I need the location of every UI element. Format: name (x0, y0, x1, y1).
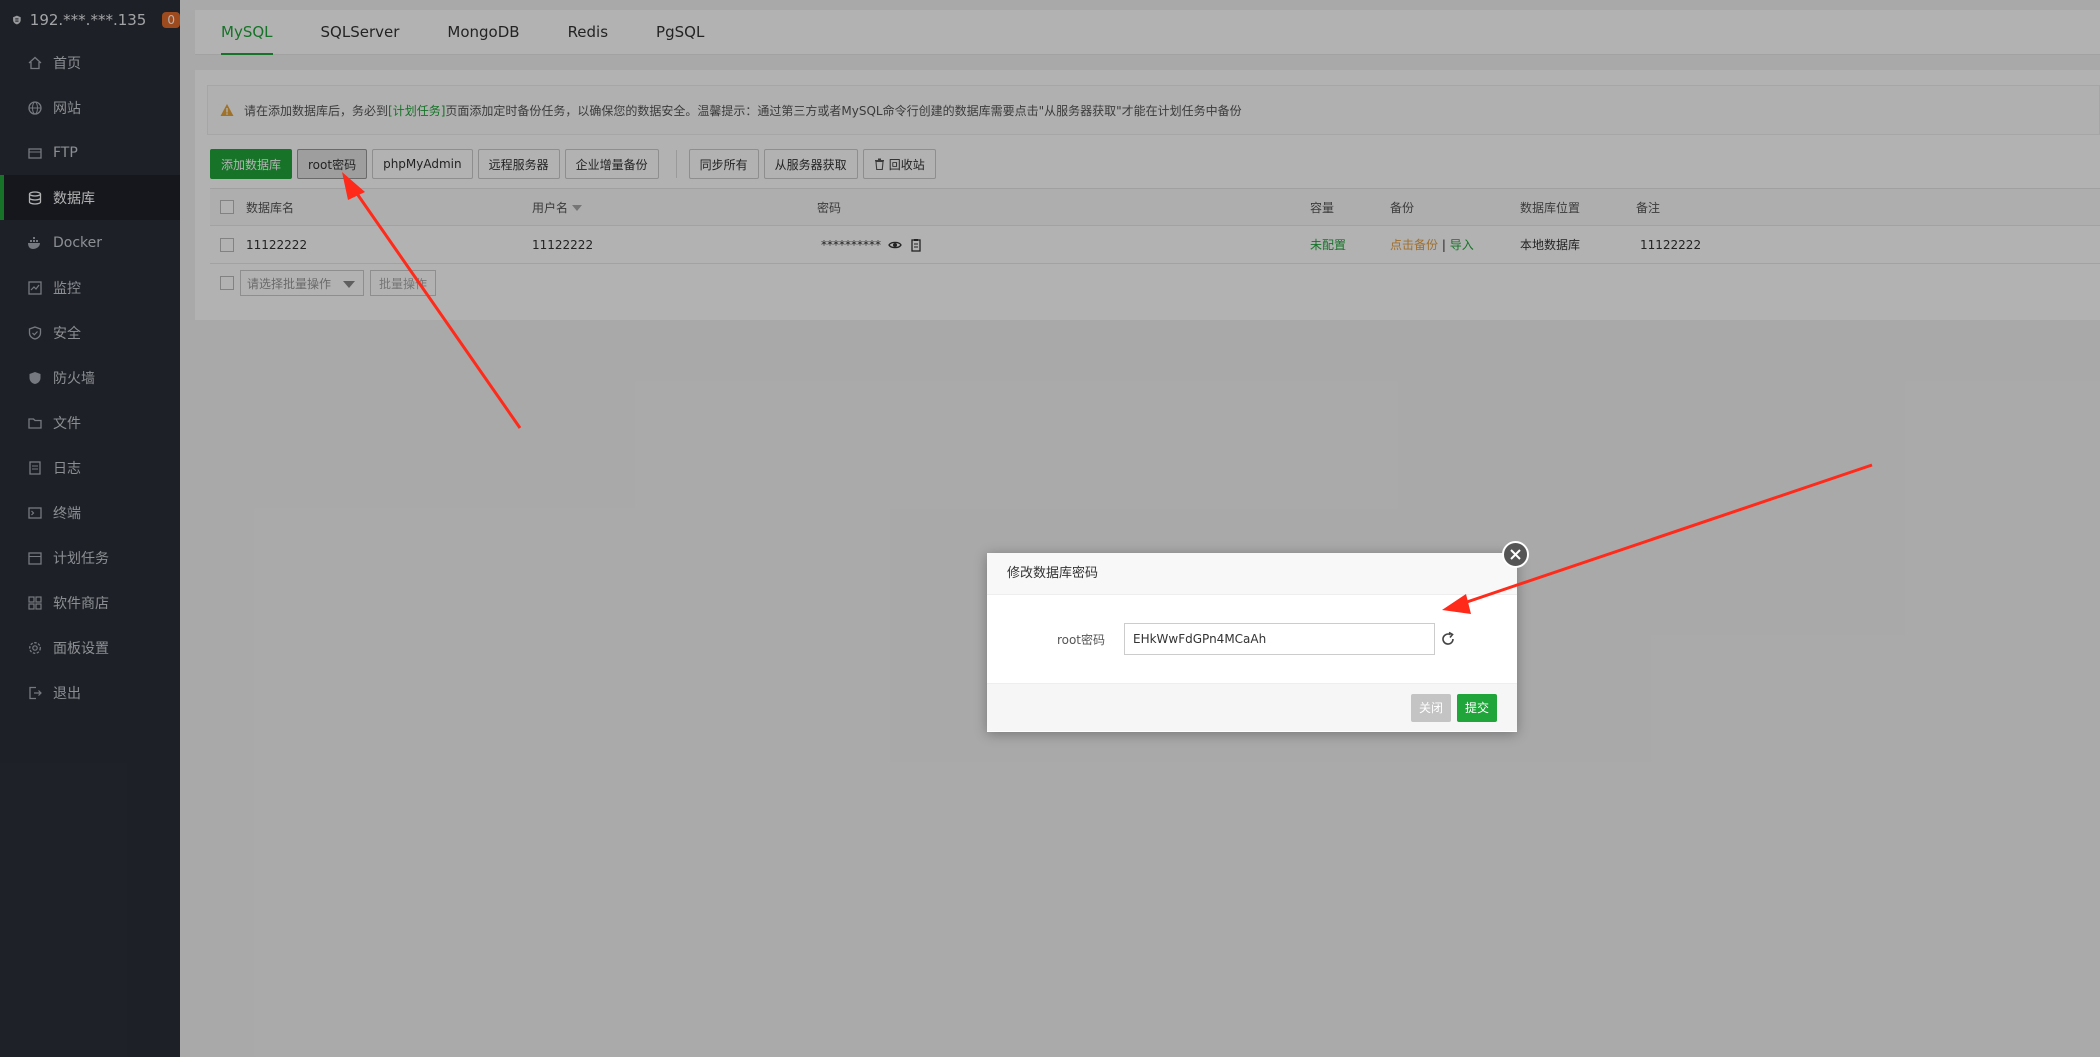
change-password-dialog: 修改数据库密码 root密码 关闭 提交 (987, 541, 1529, 732)
dialog-cancel-button[interactable]: 关闭 (1410, 693, 1451, 722)
dialog-title: 修改数据库密码 (987, 553, 1517, 595)
dialog-footer: 关闭 提交 (987, 683, 1517, 731)
root-password-input[interactable] (1124, 623, 1435, 655)
dialog-body: root密码 (987, 595, 1517, 683)
modal-overlay[interactable] (0, 0, 2100, 1057)
close-icon (1510, 549, 1521, 560)
dialog-submit-button[interactable]: 提交 (1456, 693, 1497, 722)
refresh-icon[interactable] (1440, 631, 1456, 647)
dialog-close-button[interactable] (1502, 541, 1529, 568)
root-password-label: root密码 (1056, 632, 1105, 647)
